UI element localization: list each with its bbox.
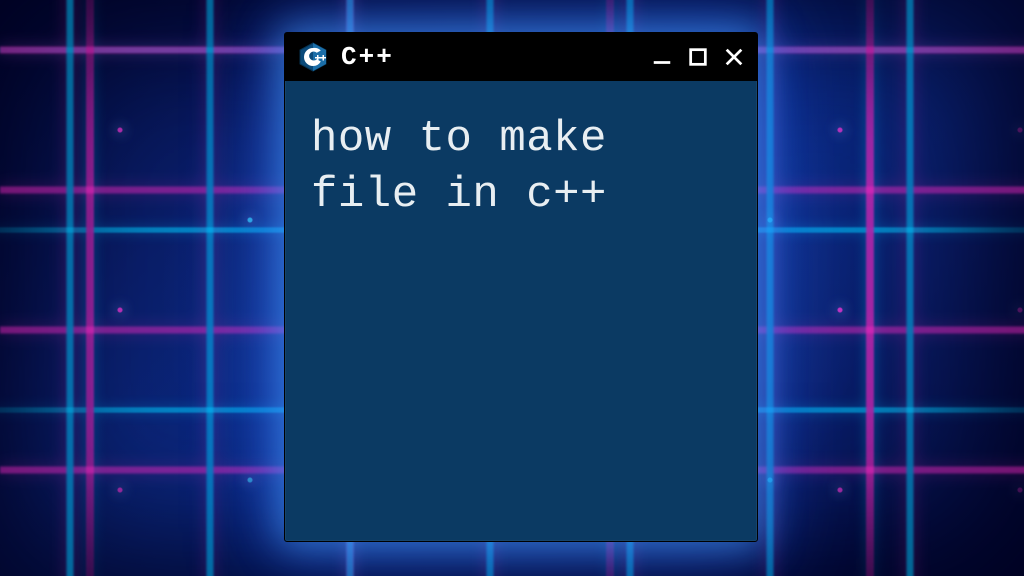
content-text: how to make file in c++ xyxy=(311,111,731,224)
app-window: C++ how to make file in c++ xyxy=(284,32,758,542)
app-title: C++ xyxy=(341,42,394,72)
maximize-button[interactable] xyxy=(687,46,709,68)
close-button[interactable] xyxy=(723,46,745,68)
window-controls xyxy=(651,46,745,68)
minimize-button[interactable] xyxy=(651,46,673,68)
cpp-logo-icon xyxy=(297,41,329,73)
window-body: how to make file in c++ xyxy=(285,81,757,541)
titlebar[interactable]: C++ xyxy=(285,33,757,81)
